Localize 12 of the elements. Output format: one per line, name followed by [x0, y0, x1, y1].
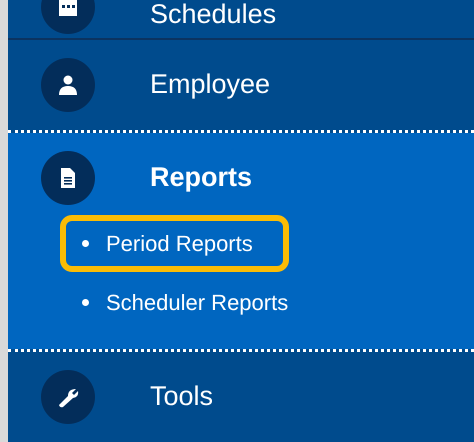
calendar-icon	[56, 0, 80, 19]
submenu-link[interactable]: Period Reports	[60, 215, 289, 272]
bullet-icon	[82, 299, 89, 306]
person-icon	[56, 73, 80, 97]
menu-label: Tools	[150, 382, 214, 412]
menu-item[interactable]: Reports Period Reports Scheduler Reports	[8, 133, 474, 349]
menu-label: Employee	[150, 70, 270, 100]
bullet-icon	[82, 240, 89, 247]
menu-item[interactable]: Schedules	[8, 0, 474, 40]
submenu-link[interactable]: Scheduler Reports	[60, 274, 324, 331]
menu-label: Reports	[150, 163, 252, 193]
menu-label: Schedules	[150, 0, 276, 30]
